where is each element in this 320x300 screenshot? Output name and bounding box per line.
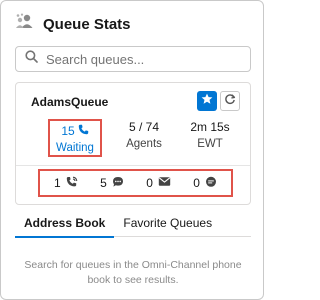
people-group-icon xyxy=(15,13,35,36)
channel-phone: 1 xyxy=(54,176,78,191)
phone-icon xyxy=(78,123,89,139)
stat-ewt: 2m 15s EWT xyxy=(182,119,238,152)
search-icon xyxy=(25,50,38,68)
channel-counts: 1 5 0 0 xyxy=(38,169,233,197)
channel-chat: 5 xyxy=(100,176,124,191)
star-icon xyxy=(201,92,213,110)
stat-waiting-value: 15 xyxy=(61,124,75,138)
stat-waiting[interactable]: 15 Waiting xyxy=(48,119,102,157)
queue-stats-panel: Queue Stats AdamsQueue xyxy=(0,0,264,300)
stat-ewt-label: EWT xyxy=(197,138,223,150)
queue-name: AdamsQueue xyxy=(31,95,109,109)
tab-favorite-queues[interactable]: Favorite Queues xyxy=(114,209,221,237)
stat-ewt-value: 2m 15s xyxy=(190,120,230,134)
card-divider xyxy=(16,165,250,166)
channel-messaging: 0 xyxy=(193,176,217,191)
favorite-button[interactable] xyxy=(197,91,217,111)
refresh-icon xyxy=(224,92,236,110)
messaging-icon xyxy=(205,176,217,191)
channel-email-count: 0 xyxy=(146,176,153,190)
channel-phone-count: 1 xyxy=(54,176,61,190)
panel-header: Queue Stats xyxy=(15,11,131,37)
chat-icon xyxy=(112,176,124,191)
channel-chat-count: 5 xyxy=(100,176,107,190)
channel-messaging-count: 0 xyxy=(193,176,200,190)
queue-card: AdamsQueue 15 Waiting 5 / 74 Agents 2m 1… xyxy=(15,82,251,205)
tab-address-book[interactable]: Address Book xyxy=(15,209,115,238)
phone-call-icon xyxy=(66,176,78,191)
empty-state-message: Search for queues in the Omni-Channel ph… xyxy=(24,259,242,286)
channel-email: 0 xyxy=(146,176,171,190)
stat-agents-label: Agents xyxy=(126,138,162,150)
page-title: Queue Stats xyxy=(43,15,131,33)
stat-agents-value: 5 / 74 xyxy=(128,120,160,134)
email-icon xyxy=(158,176,171,190)
refresh-button[interactable] xyxy=(220,91,240,111)
tab-bar: Address Book Favorite Queues xyxy=(15,209,251,238)
search-input[interactable] xyxy=(46,51,236,67)
search-box[interactable] xyxy=(15,46,251,72)
stat-waiting-label: Waiting xyxy=(56,142,94,154)
stat-agents: 5 / 74 Agents xyxy=(116,119,172,152)
